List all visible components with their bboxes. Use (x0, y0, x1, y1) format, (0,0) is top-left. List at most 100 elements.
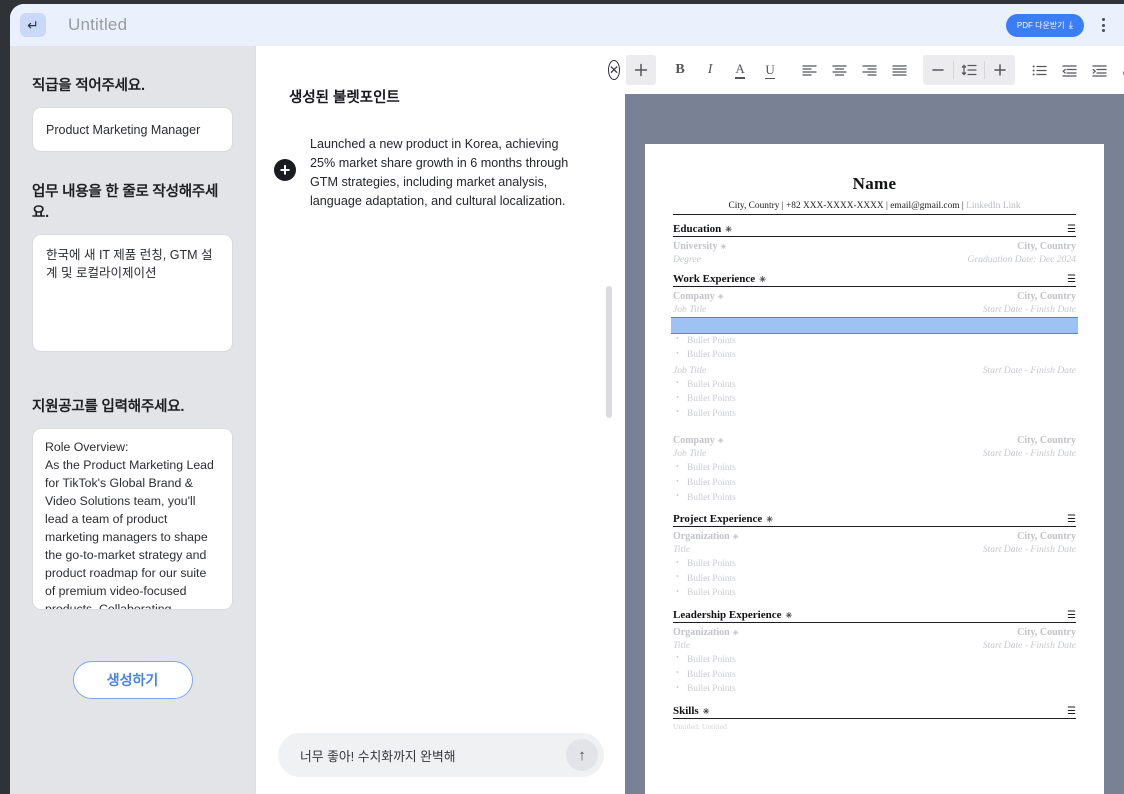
font-color-button[interactable]: A (725, 55, 755, 85)
section-menu-icon[interactable]: ☰ (1067, 706, 1076, 717)
resume-entry-title-row[interactable]: Job Title Start Date - Finish Date (673, 448, 1076, 459)
resume-bullet[interactable]: Bullet Points (673, 682, 1076, 697)
arrow-up-icon[interactable]: ↑ (566, 739, 598, 771)
section-menu-icon[interactable]: ☰ (1067, 225, 1076, 235)
resume-section-title: Work Experience ✳ (673, 273, 766, 285)
resume-section-header[interactable]: Education ✳ ☰ (673, 223, 1076, 237)
resume-section-header[interactable]: Project Experience ✳ ☰ (673, 513, 1076, 528)
section-menu-icon[interactable]: ☰ (1067, 275, 1076, 285)
resume-section-header[interactable]: Work Experience ✳ ☰ (673, 273, 1076, 287)
download-icon: ⤓ (1068, 19, 1073, 31)
resume-bullet-selected[interactable]: Bullet Points (671, 317, 1078, 334)
resume-entry-title: Job Title (673, 364, 707, 376)
align-center-icon[interactable] (824, 55, 854, 85)
outdent-icon[interactable] (1054, 55, 1084, 85)
chat-input[interactable]: 너무 좋아! 수치화까지 완벽해 (300, 746, 566, 765)
italic-button[interactable]: I (695, 55, 725, 85)
resume-bullet[interactable]: Bullet Points (673, 586, 1076, 601)
resume-entry-org-row[interactable]: Company ✳ City, Country (673, 291, 1076, 302)
resume-section: Work Experience ✳ ☰ Company ✳ City, Country Jo… (671, 273, 1078, 506)
resume-page[interactable]: Name City, Country | +82 XXX-XXXX-XXXX |… (645, 144, 1104, 794)
resume-section-title: Education ✳ (673, 223, 732, 235)
resume-entry-title: Title (673, 639, 691, 651)
section-dot-icon: ✳ (785, 610, 793, 620)
generate-button[interactable]: 생성하기 (72, 661, 193, 699)
section-dot-icon: ✳ (725, 225, 732, 234)
bullet-list-icon[interactable] (1024, 55, 1054, 85)
job-posting-textarea[interactable]: Role Overview: As the Product Marketing … (32, 428, 233, 610)
resume-bullet-list: Bullet PointsBullet PointsBullet Points (673, 652, 1076, 697)
resume-bullet[interactable]: Bullet Points (673, 557, 1076, 572)
resume-section-title: Leadership Experience ✳ (673, 608, 793, 621)
resume-entry-title-row[interactable]: Title Start Date - Finish Date (673, 544, 1076, 555)
resume-entry-dates: Start Date - Finish Date (982, 364, 1076, 376)
bold-button[interactable]: B (665, 55, 695, 85)
panel-scrollbar[interactable] (606, 286, 612, 418)
resume-name[interactable]: Name (673, 174, 1076, 194)
resume-bullet[interactable]: Bullet Points (673, 461, 1076, 476)
resume-skills-line[interactable]: Untitled: Untitled (673, 722, 1076, 731)
indent-icon[interactable] (1084, 55, 1114, 85)
resume-bullet[interactable]: Bullet Points (673, 392, 1076, 407)
resume-entry-org-row[interactable]: Organization ✳ City, Country (673, 627, 1076, 638)
resume-section: Project Experience ✳ ☰ Organization ✳ City, C… (673, 513, 1076, 601)
body-area: 직급을 적어주세요. 업무 내용을 한 줄로 작성해주세요. 한국에 새 IT … (10, 46, 1124, 794)
resume-bullet[interactable]: Bullet Points (673, 652, 1076, 668)
resume-bullet-list: Bullet PointsBullet PointsBullet Points (673, 557, 1076, 601)
section-menu-icon[interactable]: ☰ (1067, 610, 1076, 621)
resume-bullet[interactable]: Bullet Points (673, 348, 1076, 363)
resume-section: Leadership Experience ✳ ☰ Organization ✳ City… (673, 609, 1076, 697)
resume-entry-dates: Start Date - Finish Date (982, 448, 1076, 460)
app-window: ↵ Untitled PDF 다운받기 ⤓ 직급을 적어주세요. 업무 내용을 … (10, 4, 1124, 794)
resume-entry-title-row[interactable]: Degree Graduation Date: Dec 2024 (673, 254, 1076, 265)
resume-bullet[interactable]: Bullet Points (673, 406, 1076, 422)
resume-contact[interactable]: City, Country | +82 XXX-XXXX-XXXX | emai… (673, 201, 1076, 215)
plus-circle-icon[interactable]: + (274, 159, 296, 181)
resume-entry-org-row[interactable]: Company ✳ City, Country (673, 435, 1076, 446)
resume-entry-org-row[interactable]: Organization ✳ City, Country (673, 531, 1076, 542)
enter-key-icon[interactable]: ↵ (20, 13, 46, 37)
line-height-icon[interactable] (954, 55, 984, 85)
resume-bullet[interactable]: Bullet Points (673, 476, 1076, 491)
generated-bullet-text: Launched a new product in Korea, achievi… (310, 137, 569, 209)
generate-button-row: 생성하기 (32, 661, 233, 699)
resume-entry-title: Job Title (673, 448, 707, 460)
add-block-button[interactable] (626, 55, 657, 85)
resume-entry-dates: Start Date - Finish Date (982, 544, 1076, 556)
resume-section-header[interactable]: Skills ✳ ☰ (673, 705, 1076, 719)
close-circle-icon[interactable]: ✕ (608, 60, 621, 80)
link-icon[interactable] (1114, 55, 1124, 85)
align-justify-icon[interactable] (884, 55, 914, 85)
resume-entry-dates: Start Date - Finish Date (982, 639, 1076, 651)
line-height-group (923, 55, 1016, 85)
decrease-line-height-button[interactable] (923, 55, 953, 85)
kebab-menu-icon[interactable] (1094, 13, 1112, 37)
generated-bullet-item: + Launched a new product in Korea, achie… (274, 135, 587, 212)
pdf-download-button[interactable]: PDF 다운받기 ⤓ (1005, 13, 1084, 37)
resume-bullet[interactable]: Bullet Points (673, 333, 1076, 349)
resume-entry-title-row[interactable]: Title Start Date - Finish Date (673, 640, 1076, 651)
resume-bullet[interactable]: Bullet Points (673, 571, 1076, 587)
align-left-icon[interactable] (794, 55, 824, 85)
resume-entry-org-row[interactable]: University ✳ City, Country (673, 241, 1076, 252)
top-bar: ↵ Untitled PDF 다운받기 ⤓ (10, 4, 1124, 46)
job-summary-textarea[interactable]: 한국에 새 IT 제품 런칭, GTM 설계 및 로컬라이제이션 (32, 234, 233, 352)
resume-bullet[interactable]: Bullet Points (673, 667, 1076, 683)
resume-entry-title-row[interactable]: Job Title Start Date - Finish Date (673, 304, 1076, 315)
align-right-icon[interactable] (854, 55, 884, 85)
resume-entry-location: City, Country (1017, 291, 1076, 302)
resume-bullet[interactable]: Bullet Points (673, 377, 1076, 393)
section-menu-icon[interactable]: ☰ (1067, 515, 1076, 525)
document-title[interactable]: Untitled (68, 15, 127, 35)
resume-bullet-list: Bullet PointsBullet PointsBullet Points (671, 317, 1078, 363)
resume-section-header[interactable]: Leadership Experience ✳ ☰ (673, 609, 1076, 623)
resume-bullet[interactable]: Bullet Points (673, 490, 1076, 506)
resume-entry-location: City, Country (1017, 241, 1076, 252)
resume-entry-title-row[interactable]: Job Title Start Date - Finish Date (673, 365, 1076, 376)
increase-line-height-button[interactable] (985, 55, 1015, 85)
chat-input-bar[interactable]: 너무 좋아! 수치화까지 완벽해 ↑ (278, 733, 604, 777)
underline-button[interactable]: U (755, 55, 785, 85)
resume-entry-title: Title (673, 544, 691, 556)
job-level-input[interactable] (32, 107, 233, 152)
job-posting-label: 지원공고를 입력해주세요. (32, 399, 185, 415)
